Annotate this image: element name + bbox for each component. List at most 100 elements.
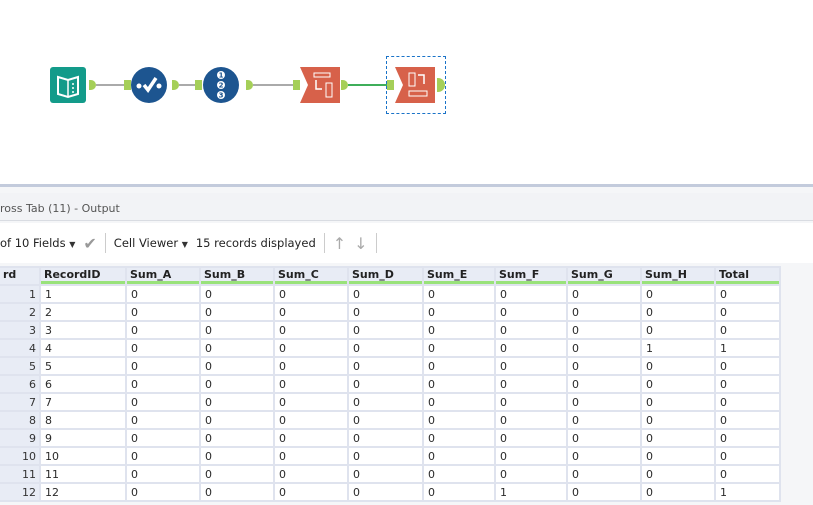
table-cell[interactable]: 0 xyxy=(127,448,199,464)
table-cell[interactable]: 0 xyxy=(349,358,422,374)
table-cell[interactable]: 0 xyxy=(349,322,422,338)
table-cell[interactable]: 0 xyxy=(716,412,779,428)
column-header[interactable]: Sum_F xyxy=(496,268,566,284)
table-cell[interactable]: 0 xyxy=(642,394,714,410)
input-data-tool[interactable] xyxy=(50,67,86,103)
table-cell[interactable]: 6 xyxy=(41,376,125,392)
table-cell[interactable]: 0 xyxy=(275,304,347,320)
table-cell[interactable]: 0 xyxy=(642,430,714,446)
table-cell[interactable]: 9 xyxy=(41,430,125,446)
column-header[interactable]: Sum_H xyxy=(642,268,714,284)
table-cell[interactable]: 0 xyxy=(201,286,273,302)
table-cell[interactable]: 0 xyxy=(349,394,422,410)
column-header[interactable]: Sum_C xyxy=(275,268,347,284)
table-cell[interactable]: 0 xyxy=(201,340,273,356)
table-cell[interactable]: 0 xyxy=(201,448,273,464)
table-cell[interactable]: 0 xyxy=(275,448,347,464)
table-cell[interactable]: 2 xyxy=(41,304,125,320)
table-cell[interactable]: 5 xyxy=(41,358,125,374)
table-cell[interactable]: 0 xyxy=(424,286,494,302)
table-cell[interactable]: 0 xyxy=(275,394,347,410)
column-header[interactable]: Sum_D xyxy=(349,268,422,284)
table-cell[interactable]: 0 xyxy=(496,466,566,482)
table-cell[interactable]: 0 xyxy=(424,358,494,374)
table-cell[interactable]: 0 xyxy=(275,484,347,500)
row-number[interactable]: 12 xyxy=(0,484,39,500)
table-cell[interactable]: 11 xyxy=(41,466,125,482)
transpose-tool[interactable] xyxy=(300,67,340,103)
table-cell[interactable]: 0 xyxy=(201,394,273,410)
table-cell[interactable]: 0 xyxy=(127,376,199,392)
workflow-canvas[interactable]: 1 2 3 xyxy=(0,0,813,184)
table-cell[interactable]: 0 xyxy=(568,430,640,446)
row-number[interactable]: 10 xyxy=(0,448,39,464)
table-cell[interactable]: 0 xyxy=(127,340,199,356)
table-cell[interactable]: 0 xyxy=(642,304,714,320)
table-cell[interactable]: 0 xyxy=(349,412,422,428)
table-cell[interactable]: 0 xyxy=(275,340,347,356)
input-anchor[interactable] xyxy=(195,80,202,90)
table-cell[interactable]: 0 xyxy=(424,430,494,446)
column-header[interactable]: Sum_E xyxy=(424,268,494,284)
table-cell[interactable]: 0 xyxy=(424,304,494,320)
column-header[interactable]: RecordID xyxy=(41,268,125,284)
table-cell[interactable]: 0 xyxy=(496,340,566,356)
table-cell[interactable]: 0 xyxy=(424,448,494,464)
select-tool[interactable] xyxy=(131,67,167,103)
table-cell[interactable]: 0 xyxy=(349,430,422,446)
table-cell[interactable]: 0 xyxy=(642,448,714,464)
table-cell[interactable]: 0 xyxy=(568,376,640,392)
row-number[interactable]: 11 xyxy=(0,466,39,482)
table-cell[interactable]: 0 xyxy=(496,412,566,428)
table-cell[interactable]: 0 xyxy=(424,484,494,500)
table-cell[interactable]: 0 xyxy=(275,358,347,374)
table-cell[interactable]: 0 xyxy=(201,484,273,500)
table-cell[interactable]: 12 xyxy=(41,484,125,500)
table-cell[interactable]: 0 xyxy=(568,466,640,482)
table-cell[interactable]: 0 xyxy=(642,466,714,482)
table-cell[interactable]: 8 xyxy=(41,412,125,428)
arrow-down-icon[interactable]: ↓ xyxy=(354,234,367,253)
table-cell[interactable]: 0 xyxy=(349,304,422,320)
table-cell[interactable]: 0 xyxy=(568,448,640,464)
row-number[interactable]: 4 xyxy=(0,340,39,356)
table-cell[interactable]: 0 xyxy=(716,448,779,464)
table-cell[interactable]: 0 xyxy=(127,412,199,428)
column-header[interactable]: Sum_G xyxy=(568,268,640,284)
output-anchor[interactable] xyxy=(172,80,179,90)
table-cell[interactable]: 0 xyxy=(127,286,199,302)
table-cell[interactable]: 0 xyxy=(642,376,714,392)
column-header[interactable]: Total xyxy=(716,268,779,284)
table-cell[interactable]: 0 xyxy=(201,466,273,482)
table-cell[interactable]: 0 xyxy=(275,376,347,392)
table-cell[interactable]: 1 xyxy=(716,340,779,356)
fields-selector[interactable]: of 10 Fields ▼ xyxy=(0,236,75,250)
arrow-up-icon[interactable]: ↑ xyxy=(333,234,346,253)
table-cell[interactable]: 0 xyxy=(127,322,199,338)
table-cell[interactable]: 0 xyxy=(275,430,347,446)
table-cell[interactable]: 0 xyxy=(275,466,347,482)
table-cell[interactable]: 0 xyxy=(349,484,422,500)
table-cell[interactable]: 3 xyxy=(41,322,125,338)
table-cell[interactable]: 0 xyxy=(201,304,273,320)
table-cell[interactable]: 7 xyxy=(41,394,125,410)
table-cell[interactable]: 0 xyxy=(275,322,347,338)
input-anchor[interactable] xyxy=(293,80,300,90)
row-number[interactable]: 3 xyxy=(0,322,39,338)
table-cell[interactable]: 0 xyxy=(349,466,422,482)
table-cell[interactable]: 0 xyxy=(275,286,347,302)
table-cell[interactable]: 0 xyxy=(424,322,494,338)
row-number[interactable]: 7 xyxy=(0,394,39,410)
table-cell[interactable]: 0 xyxy=(496,394,566,410)
table-cell[interactable]: 0 xyxy=(568,412,640,428)
table-cell[interactable]: 0 xyxy=(496,448,566,464)
table-cell[interactable]: 0 xyxy=(424,376,494,392)
column-header[interactable]: Sum_B xyxy=(201,268,273,284)
table-cell[interactable]: 0 xyxy=(568,358,640,374)
table-cell[interactable]: 0 xyxy=(496,322,566,338)
table-cell[interactable]: 0 xyxy=(496,286,566,302)
table-cell[interactable]: 0 xyxy=(568,484,640,500)
row-number[interactable]: 8 xyxy=(0,412,39,428)
table-cell[interactable]: 0 xyxy=(716,394,779,410)
column-header[interactable]: rd xyxy=(0,268,39,284)
